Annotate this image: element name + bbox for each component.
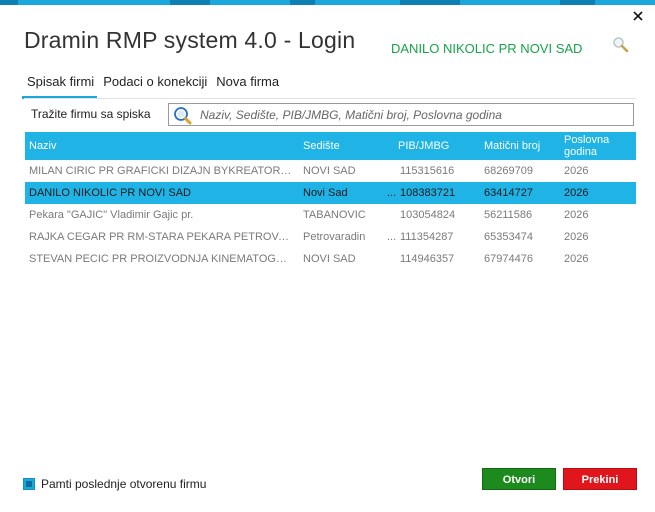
cell-sediste: NOVI SAD bbox=[303, 165, 356, 177]
column-header-sediste[interactable]: Sedište bbox=[298, 132, 383, 160]
tab-label: Spisak firmi bbox=[27, 74, 95, 89]
tab-label: Nova firma bbox=[216, 74, 280, 89]
tab-label: Podaci o konekciji bbox=[103, 74, 208, 89]
table-row[interactable]: Pekara "GAJIC" Vladimir Gajic pr. TABANOV… bbox=[25, 204, 636, 226]
column-header-poslovna-godina[interactable]: Poslovna godina bbox=[559, 132, 636, 160]
cell-poslovna-godina: 2026 bbox=[564, 231, 589, 243]
cell-pib-value: 103054824 bbox=[400, 209, 456, 221]
cell-pib-value: 108383721 bbox=[400, 187, 456, 199]
cell-sediste: TABANOVIC bbox=[303, 209, 366, 221]
cell-sediste: NOVI SAD bbox=[303, 253, 356, 265]
cancel-button[interactable]: Prekini bbox=[563, 468, 637, 490]
remember-label: Pamti poslednje otvorenu firmu bbox=[41, 477, 207, 491]
cell-overflow-indicator: ... bbox=[387, 231, 397, 243]
window-top-strip bbox=[0, 0, 655, 5]
table-row[interactable]: STEVAN PECIC PR PROIZVODNJA KINEMATOGRAF… bbox=[25, 248, 636, 270]
table-header: Naziv Sedište PIB/JMBG Matični broj Posl… bbox=[25, 132, 636, 160]
cell-maticni-broj: 67974476 bbox=[484, 253, 533, 265]
search-icon bbox=[174, 107, 192, 125]
cell-sediste: Novi Sad bbox=[303, 187, 348, 199]
open-button[interactable]: Otvori bbox=[482, 468, 556, 490]
search-input[interactable] bbox=[200, 107, 628, 123]
table-row[interactable]: DANILO NIKOLIC PR NOVI SAD Novi Sad... 108… bbox=[25, 182, 636, 204]
company-table: Naziv Sedište PIB/JMBG Matični broj Posl… bbox=[25, 132, 636, 270]
cell-maticni-broj: 56211586 bbox=[484, 209, 533, 221]
table-row[interactable]: MILAN CIRIC PR GRAFICKI DIZAJN BYKREATOR… bbox=[25, 160, 636, 182]
magnifier-icon[interactable] bbox=[612, 36, 629, 53]
tab-nova-firma[interactable]: Nova firma bbox=[213, 73, 282, 99]
column-header-pib[interactable]: PIB/JMBG bbox=[383, 132, 479, 160]
cell-naziv: DANILO NIKOLIC PR NOVI SAD bbox=[29, 187, 191, 199]
cell-pib-value: 114946357 bbox=[400, 253, 455, 265]
column-header-naziv[interactable]: Naziv bbox=[25, 132, 298, 160]
cell-pib: 114946357 bbox=[383, 248, 479, 270]
cell-poslovna-godina: 2026 bbox=[564, 187, 589, 199]
cell-overflow-indicator: ... bbox=[387, 187, 397, 199]
close-icon bbox=[633, 11, 643, 21]
cell-poslovna-godina: 2026 bbox=[564, 209, 589, 221]
cell-maticni-broj: 68269709 bbox=[484, 165, 533, 177]
table-body: MILAN CIRIC PR GRAFICKI DIZAJN BYKREATOR… bbox=[25, 160, 636, 270]
remember-checkbox[interactable] bbox=[23, 478, 35, 490]
window-title: Dramin RMP system 4.0 - Login bbox=[24, 27, 356, 53]
cell-poslovna-godina: 2026 bbox=[564, 165, 589, 177]
column-header-maticni-broj[interactable]: Matični broj bbox=[479, 132, 559, 160]
close-button[interactable] bbox=[631, 9, 645, 23]
cell-pib: 103054824 bbox=[383, 204, 479, 226]
cell-naziv: MILAN CIRIC PR GRAFICKI DIZAJN BYKREATOR… bbox=[29, 165, 298, 177]
search-box[interactable] bbox=[168, 103, 634, 126]
cell-sediste: Petrovaradin bbox=[303, 231, 366, 243]
tab-bar: Spisak firmi Podaci o konekciji Nova fir… bbox=[21, 73, 285, 100]
tab-divider bbox=[24, 98, 636, 99]
tab-podaci-o-konekciji[interactable]: Podaci o konekciji bbox=[100, 73, 210, 99]
cell-naziv: RAJKA CEGAR PR RM-STARA PEKARA PETROVARA… bbox=[29, 231, 298, 243]
search-label: Tražite firmu sa spiska bbox=[31, 107, 151, 121]
cell-naziv: Pekara "GAJIC" Vladimir Gajic pr. bbox=[29, 209, 194, 221]
current-company-label: DANILO NIKOLIC PR NOVI SAD bbox=[391, 41, 583, 56]
cell-poslovna-godina: 2026 bbox=[564, 253, 589, 265]
table-row[interactable]: RAJKA CEGAR PR RM-STARA PEKARA PETROVARA… bbox=[25, 226, 636, 248]
cell-pib-value: 115315616 bbox=[400, 165, 455, 177]
cell-pib: ... 108383721 bbox=[383, 182, 479, 204]
cell-maticni-broj: 63414727 bbox=[484, 187, 533, 199]
cell-pib-value: 111354287 bbox=[400, 231, 454, 243]
cell-naziv: STEVAN PECIC PR PROIZVODNJA KINEMATOGRAF… bbox=[29, 253, 298, 265]
remember-company-toggle[interactable]: Pamti poslednje otvorenu firmu bbox=[23, 477, 206, 491]
cell-pib: 115315616 bbox=[383, 160, 479, 182]
cell-pib: ... 111354287 bbox=[383, 226, 479, 248]
tab-spisak-firmi[interactable]: Spisak firmi bbox=[21, 73, 98, 99]
cell-maticni-broj: 65353474 bbox=[484, 231, 533, 243]
